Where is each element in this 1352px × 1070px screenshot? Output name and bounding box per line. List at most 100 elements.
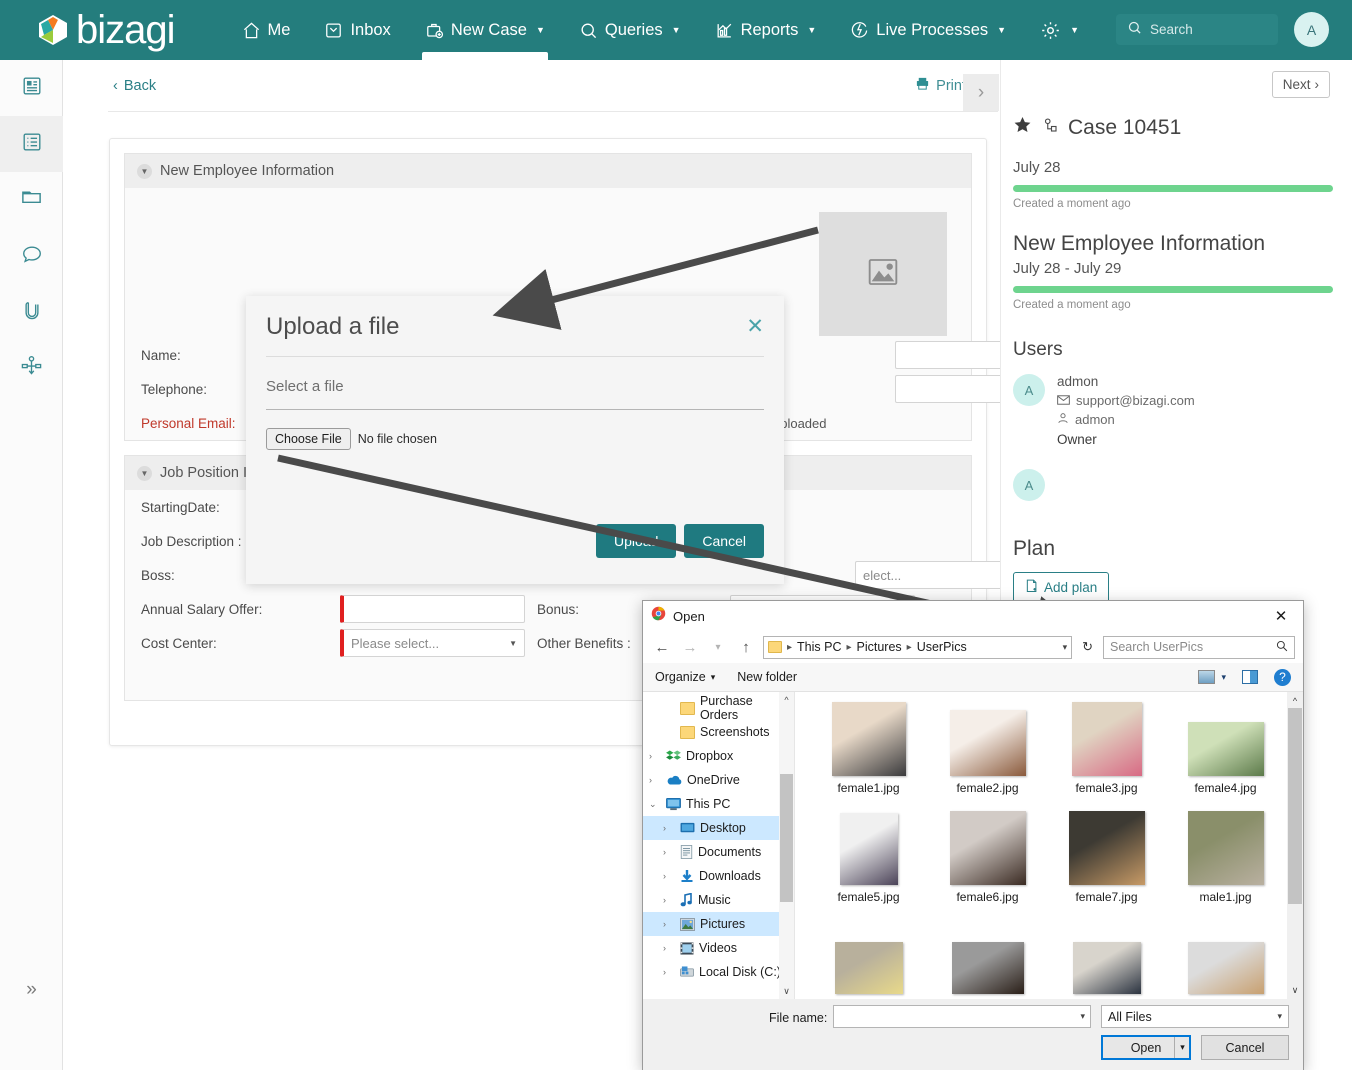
rail-item-activities[interactable] — [0, 116, 63, 172]
chevron-down-icon[interactable]: ▾ — [1063, 642, 1068, 653]
file-item[interactable]: female4.jpg — [1166, 700, 1285, 809]
rail-item-summary[interactable] — [0, 60, 63, 116]
rail-expand-toggle[interactable]: » — [0, 970, 63, 1010]
tree-item-music[interactable]: › Music — [643, 888, 794, 912]
tree-item-local-disk-c[interactable]: › Local Disk (C:) — [643, 960, 794, 984]
chevron-right-icon[interactable]: › — [649, 751, 661, 761]
rail-item-attachments[interactable] — [0, 284, 63, 340]
tree-item-purchase-orders[interactable]: Purchase Orders — [643, 694, 794, 722]
nav-item-live-processes[interactable]: Live Processes ▼ — [833, 0, 1023, 60]
global-search[interactable] — [1116, 14, 1278, 45]
choose-file-button[interactable]: Choose File — [266, 428, 351, 450]
file-item[interactable] — [1166, 918, 1285, 999]
scroll-up-icon[interactable]: ^ — [780, 693, 793, 707]
print-button[interactable]: Print — [915, 76, 966, 95]
chevron-right-icon[interactable]: › — [663, 823, 675, 833]
tree-item-this-pc[interactable]: ⌄ This PC — [643, 792, 794, 816]
file-item[interactable]: female7.jpg — [1047, 809, 1166, 918]
breadcrumb[interactable]: ▸ This PC ▸ Pictures ▸ UserPics ▾ — [763, 635, 1073, 659]
chevron-right-icon[interactable]: › — [663, 967, 675, 977]
chevron-down-icon[interactable]: ▾ — [1080, 1011, 1085, 1022]
rail-item-comments[interactable] — [0, 228, 63, 284]
file-list-scrollbar-thumb[interactable] — [1288, 708, 1302, 904]
chevron-down-icon[interactable]: ▾ — [1277, 1011, 1282, 1022]
section-header[interactable]: ▼ New Employee Information — [125, 154, 971, 188]
scroll-up-icon[interactable]: ^ — [1288, 693, 1302, 708]
tree-item-onedrive[interactable]: › OneDrive — [643, 768, 794, 792]
back-button[interactable]: ‹ Back — [113, 78, 156, 94]
input-annual-salary[interactable] — [340, 595, 525, 623]
tree-item-dropbox[interactable]: › Dropbox — [643, 744, 794, 768]
chevron-right-icon[interactable]: › — [663, 919, 675, 929]
file-item[interactable]: female6.jpg — [928, 809, 1047, 918]
tree-scrollbar[interactable]: ^ ∨ — [779, 692, 794, 999]
chevron-right-icon[interactable]: › — [663, 871, 675, 881]
chevron-right-icon[interactable]: › — [649, 775, 661, 785]
file-list-scrollbar[interactable]: ^ ∨ — [1287, 692, 1303, 999]
chevron-down-icon[interactable]: ▾ — [1221, 672, 1226, 683]
employee-photo-placeholder[interactable] — [819, 212, 947, 336]
file-item[interactable]: female5.jpg — [809, 809, 928, 918]
open-split-dropdown[interactable]: ▾ — [1174, 1037, 1190, 1058]
cancel-button[interactable]: Cancel — [1201, 1035, 1289, 1060]
file-item[interactable]: female2.jpg — [928, 700, 1047, 809]
chevron-right-icon[interactable]: › — [663, 847, 675, 857]
file-name-input[interactable] — [839, 1009, 1071, 1024]
close-icon[interactable]: ✕ — [746, 316, 764, 337]
breadcrumb-item-this-pc[interactable]: This PC — [797, 640, 841, 654]
breadcrumb-item-userpics[interactable]: UserPics — [917, 640, 967, 654]
file-name-label: File name: — [769, 1011, 828, 1025]
add-plan-button[interactable]: Add plan — [1013, 572, 1110, 603]
upload-button[interactable]: Upload — [596, 524, 677, 558]
nav-item-queries[interactable]: Queries ▼ — [562, 0, 698, 60]
rail-item-folder[interactable] — [0, 172, 63, 228]
help-icon[interactable]: ? — [1274, 668, 1291, 686]
file-item[interactable]: male1.jpg — [1166, 809, 1285, 918]
search-input[interactable] — [1150, 22, 1260, 37]
nav-item-settings[interactable]: ▼ — [1023, 0, 1096, 60]
chevron-down-icon[interactable]: ▾ — [707, 636, 729, 658]
breadcrumb-item-pictures[interactable]: Pictures — [857, 640, 902, 654]
view-mode-icon[interactable] — [1198, 670, 1216, 684]
panel-collapse-button[interactable]: › — [963, 74, 999, 111]
file-item[interactable]: female1.jpg — [809, 700, 928, 809]
refresh-icon[interactable]: ↻ — [1078, 639, 1097, 655]
file-name-field[interactable]: ▾ — [833, 1005, 1091, 1028]
tree-item-videos[interactable]: › Videos — [643, 936, 794, 960]
dialog-search[interactable]: Search UserPics — [1103, 635, 1295, 659]
scroll-down-icon[interactable]: ∨ — [1288, 983, 1302, 998]
file-item[interactable] — [1047, 918, 1166, 999]
file-item[interactable]: female3.jpg — [1047, 700, 1166, 809]
scroll-down-icon[interactable]: ∨ — [780, 984, 793, 998]
next-button[interactable]: Next › — [1271, 71, 1330, 98]
organize-button[interactable]: Organize ▾ — [655, 670, 715, 684]
cancel-button[interactable]: Cancel — [684, 524, 764, 558]
tree-item-desktop[interactable]: › Desktop — [643, 816, 794, 840]
rail-item-process-diagram[interactable] — [0, 340, 63, 396]
tree-item-downloads[interactable]: › Downloads — [643, 864, 794, 888]
star-icon[interactable] — [1013, 115, 1032, 140]
nav-item-reports[interactable]: Reports ▼ — [698, 0, 834, 60]
arrow-right-icon[interactable]: → — [679, 636, 701, 658]
arrow-left-icon[interactable]: ← — [651, 636, 673, 658]
close-icon[interactable]: ✕ — [1259, 601, 1303, 631]
nav-item-me[interactable]: Me — [225, 0, 308, 60]
nav-item-inbox[interactable]: Inbox — [307, 0, 407, 60]
tree-item-documents[interactable]: › Documents — [643, 840, 794, 864]
file-type-filter[interactable]: All Files ▾ — [1101, 1005, 1289, 1028]
select-cost-center[interactable]: Please select... ▼ — [340, 629, 525, 657]
file-item[interactable] — [928, 918, 1047, 999]
preview-pane-icon[interactable] — [1242, 670, 1258, 684]
chevron-down-icon[interactable]: ⌄ — [649, 799, 661, 810]
chevron-right-icon[interactable]: › — [663, 895, 675, 905]
bizagi-logo[interactable]: bizagi — [36, 10, 176, 50]
arrow-up-icon[interactable]: ↑ — [735, 636, 757, 658]
chevron-right-icon[interactable]: › — [663, 943, 675, 953]
tree-scrollbar-thumb[interactable] — [780, 774, 793, 902]
file-item[interactable] — [809, 918, 928, 999]
user-avatar[interactable]: A — [1294, 12, 1329, 47]
new-folder-button[interactable]: New folder — [737, 670, 797, 684]
tree-item-screenshots[interactable]: Screenshots — [643, 720, 794, 744]
nav-item-new-case[interactable]: New Case ▼ — [408, 0, 562, 60]
tree-item-pictures[interactable]: › Pictures — [643, 912, 794, 936]
